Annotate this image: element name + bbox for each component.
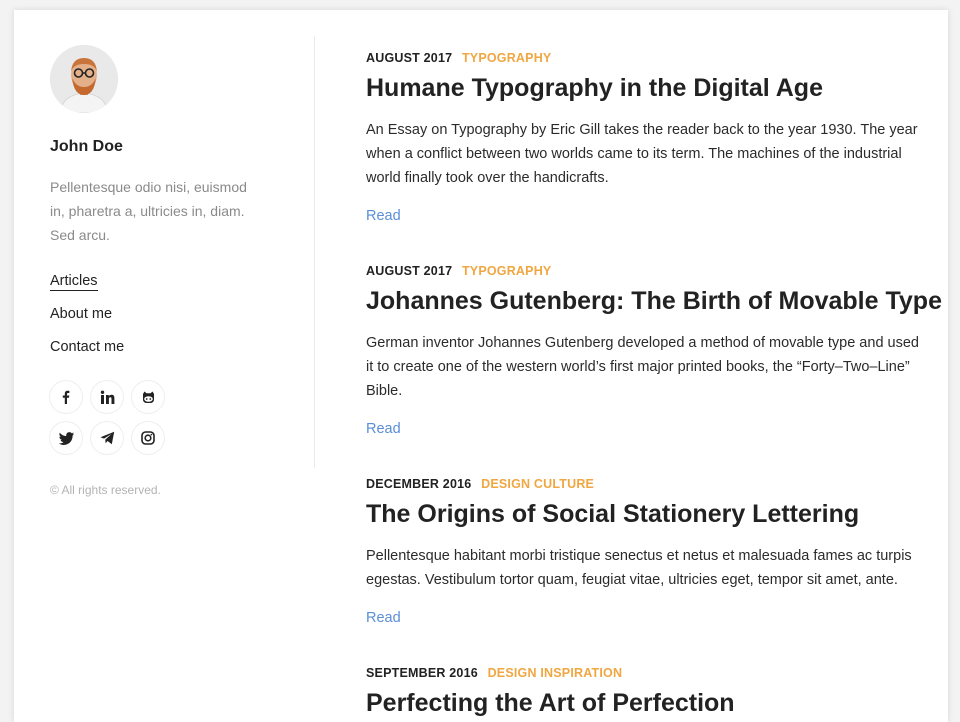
article-meta: SEPTEMBER 2016 DESIGN INSPIRATION [366,665,926,681]
page: John Doe Pellentesque odio nisi, euismod… [14,10,948,722]
telegram-button[interactable] [91,422,123,454]
author-name: John Doe [50,138,123,155]
author-bio: Pellentesque odio nisi, euismod in, phar… [50,179,247,243]
article-category[interactable]: TYPOGRAPHY [462,264,552,278]
article-title[interactable]: Perfecting the Art of Perfection [366,687,926,719]
article-category[interactable]: DESIGN CULTURE [481,477,594,491]
article-item: SEPTEMBER 2016 DESIGN INSPIRATION Perfec… [366,665,926,719]
article-excerpt: German inventor Johannes Gutenberg devel… [366,335,919,399]
article-title[interactable]: The Origins of Social Stationery Letteri… [366,498,926,530]
read-link[interactable]: Read [366,610,401,626]
facebook-button[interactable] [50,381,82,413]
article-meta: AUGUST 2017 TYPOGRAPHY [366,263,926,279]
sidebar: John Doe Pellentesque odio nisi, euismod… [50,45,280,497]
article-list: AUGUST 2017 TYPOGRAPHY Humane Typography… [366,50,942,722]
article-title[interactable]: Humane Typography in the Digital Age [366,72,926,104]
nav-item-contact[interactable]: Contact me [50,337,280,357]
nav-item-label: Contact me [50,339,125,355]
article-item: AUGUST 2017 TYPOGRAPHY Johannes Gutenber… [366,263,942,438]
linkedin-button[interactable] [91,381,123,413]
avatar[interactable] [50,45,118,113]
article-date: SEPTEMBER 2016 [366,666,478,680]
github-button[interactable] [132,381,164,413]
twitter-button[interactable] [50,422,82,454]
github-icon [142,391,154,403]
article-title[interactable]: Johannes Gutenberg: The Birth of Movable… [366,285,942,317]
article-excerpt: Pellentesque habitant morbi tristique se… [366,548,912,588]
read-link[interactable]: Read [366,208,401,224]
nav-item-label: About me [50,306,113,322]
copyright: © All rights reserved. [50,483,161,497]
nav-item-label: Articles [50,273,98,291]
nav-item-articles[interactable]: Articles [50,271,280,291]
linkedin-icon [100,390,114,404]
article-item: DECEMBER 2016 DESIGN CULTURE The Origins… [366,476,926,627]
sidebar-divider [314,36,315,468]
article-date: DECEMBER 2016 [366,477,472,491]
twitter-icon [58,432,74,445]
sidebar-nav: Articles About me Contact me [50,271,280,357]
article-excerpt: An Essay on Typography by Eric Gill take… [366,122,918,186]
article-category[interactable]: DESIGN INSPIRATION [488,666,623,680]
instagram-icon [141,431,155,445]
instagram-button[interactable] [132,422,164,454]
facebook-icon [62,390,70,404]
social-links [50,381,280,454]
article-meta: DECEMBER 2016 DESIGN CULTURE [366,476,926,492]
avatar-image [50,45,118,113]
article-item: AUGUST 2017 TYPOGRAPHY Humane Typography… [366,50,926,225]
article-date: AUGUST 2017 [366,51,453,65]
article-category[interactable]: TYPOGRAPHY [462,51,552,65]
nav-item-about[interactable]: About me [50,304,280,324]
read-link[interactable]: Read [366,421,401,437]
article-date: AUGUST 2017 [366,264,453,278]
telegram-icon [100,431,114,445]
article-meta: AUGUST 2017 TYPOGRAPHY [366,50,926,66]
